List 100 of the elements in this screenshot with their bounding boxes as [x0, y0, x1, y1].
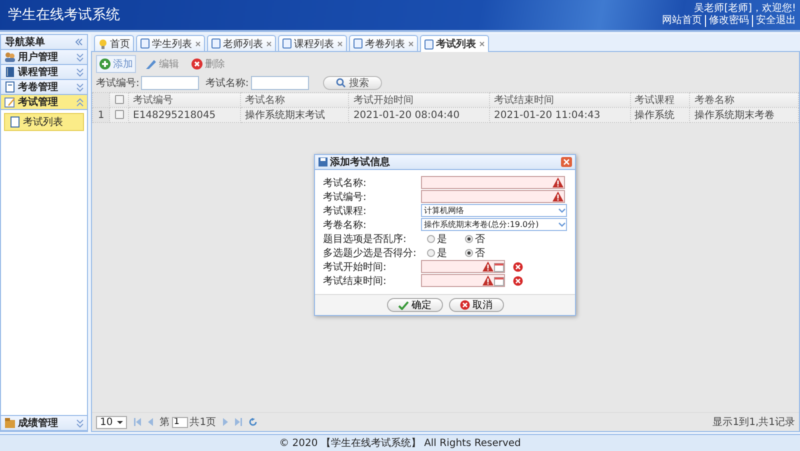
nav-item[interactable]: 考试列表	[4, 113, 84, 131]
radio-button[interactable]	[465, 234, 473, 242]
close-icon[interactable]	[337, 40, 343, 46]
nav-item-label: 考试列表	[23, 116, 63, 129]
tab[interactable]: 课程列表	[278, 35, 347, 51]
close-icon[interactable]	[561, 157, 572, 167]
collapse-chevron-icon	[76, 98, 84, 106]
table-cell: 操作系统期末考试	[240, 108, 349, 122]
header-link[interactable]: 网站首页	[662, 15, 702, 27]
expand-chevron-icon	[76, 52, 84, 62]
folder-icon	[4, 417, 16, 429]
search-field[interactable]	[250, 76, 309, 90]
calendar-icon	[494, 262, 504, 272]
field-label: 多选题少选是否得分:	[323, 246, 418, 260]
accordion-header[interactable]: 成绩管理	[1, 416, 87, 431]
header-link[interactable]: 安全退出	[752, 15, 796, 27]
radio-button[interactable]	[465, 248, 473, 256]
tab[interactable]: 老师列表	[207, 35, 276, 51]
lightbulb-icon	[98, 38, 108, 48]
date-time-field[interactable]	[421, 260, 505, 273]
column-header[interactable]: 考试名称	[240, 92, 349, 108]
radio-label: 否	[475, 246, 485, 260]
tab[interactable]: 学生列表	[136, 35, 205, 51]
accordion-label: 用户管理	[18, 50, 59, 64]
expand-chevron-icon	[76, 68, 84, 76]
tab[interactable]: 考卷列表	[349, 35, 418, 51]
row-number: 1	[92, 108, 110, 122]
close-icon[interactable]	[195, 40, 201, 46]
calendar-icon	[494, 276, 504, 286]
column-header[interactable]: 考试开始时间	[348, 92, 490, 108]
document-icon	[353, 38, 363, 49]
field-label: 考试名称:	[323, 176, 368, 190]
expand-chevron-icon	[76, 82, 84, 92]
select-all-checkbox[interactable]	[114, 95, 124, 104]
dialog-button[interactable]: 取消	[448, 298, 504, 312]
clear-icon[interactable]	[513, 276, 523, 286]
check-icon	[398, 300, 408, 310]
pencil-icon	[145, 58, 157, 70]
column-header[interactable]: 考试结束时间	[490, 92, 630, 108]
field-label: 考试结束时间:	[323, 274, 388, 288]
column-header[interactable]: 考试编号	[128, 92, 240, 108]
text-field[interactable]	[421, 176, 565, 189]
tab-label: 首页	[110, 38, 130, 50]
row-checkbox[interactable]	[114, 110, 124, 120]
document-icon	[211, 38, 221, 49]
document-icon	[424, 38, 434, 50]
field-label: 考试名称:	[205, 76, 249, 90]
expand-chevron-icon	[76, 418, 84, 428]
search-field[interactable]	[141, 76, 200, 90]
radio-label: 是	[437, 232, 447, 246]
accordion-label: 课程管理	[18, 66, 59, 79]
accordion-header[interactable]: 考试管理	[1, 95, 87, 110]
field-label: 考试课程:	[323, 204, 368, 218]
pager-summary: 显示1到1,共1记录	[712, 416, 795, 429]
collapse-icon[interactable]	[74, 38, 83, 46]
dialog-title: 添加考试信息	[330, 156, 391, 169]
accordion-header[interactable]: 考卷管理	[1, 80, 87, 95]
page-number-field[interactable]: 1	[172, 416, 188, 428]
table-cell: 2021-01-20 11:04:43	[490, 108, 630, 122]
cross-circle-icon	[191, 58, 203, 70]
people-icon	[4, 51, 16, 63]
header-link[interactable]: 修改密码	[705, 15, 749, 27]
close-icon[interactable]	[408, 40, 414, 46]
plus-icon	[99, 58, 111, 70]
close-icon[interactable]	[266, 40, 272, 46]
tab[interactable]: 考试列表	[420, 35, 489, 52]
accordion-label: 成绩管理	[18, 416, 59, 430]
column-header[interactable]: 考卷名称	[690, 92, 798, 108]
table-cell: 2021-01-20 08:04:40	[348, 108, 490, 122]
tab[interactable]: 首页	[94, 35, 134, 51]
dropdown-icon	[116, 420, 123, 424]
pager-text: 第	[160, 416, 170, 429]
field-label: 考试编号:	[323, 190, 368, 204]
radio-button[interactable]	[427, 234, 435, 242]
tab-label: 学生列表	[152, 38, 192, 50]
accordion-header[interactable]: 用户管理	[1, 50, 87, 65]
page-size-select[interactable]: 10	[96, 416, 127, 428]
app-title: 学生在线考试系统	[8, 6, 120, 24]
dropdown-field[interactable]: 操作系统期末考卷(总分:19.0分)	[421, 218, 567, 231]
tab-label: 老师列表	[223, 38, 263, 50]
dropdown-field[interactable]: 计算机网络	[421, 204, 567, 217]
radio-label: 是	[437, 246, 447, 260]
column-header[interactable]: 考试课程	[630, 92, 690, 108]
field-label: 考试开始时间:	[323, 260, 388, 274]
accordion-header[interactable]: 课程管理	[1, 65, 87, 80]
radio-button[interactable]	[427, 248, 435, 256]
date-time-field[interactable]	[421, 274, 505, 287]
sidebar-title: 导航菜单	[5, 35, 45, 49]
pencil-note-icon	[4, 96, 16, 108]
search-button[interactable]: 搜索	[322, 76, 382, 90]
refresh-icon[interactable]	[249, 418, 258, 426]
clear-icon[interactable]	[513, 262, 523, 272]
document-icon	[10, 116, 20, 128]
tab-label: 考试列表	[436, 38, 476, 51]
table-cell: 操作系统	[630, 108, 690, 122]
table-cell: 操作系统期末考卷	[690, 108, 798, 122]
search-icon	[336, 78, 346, 88]
dialog-button[interactable]: 确定	[386, 298, 442, 312]
close-icon[interactable]	[479, 41, 485, 47]
text-field[interactable]	[421, 190, 565, 203]
